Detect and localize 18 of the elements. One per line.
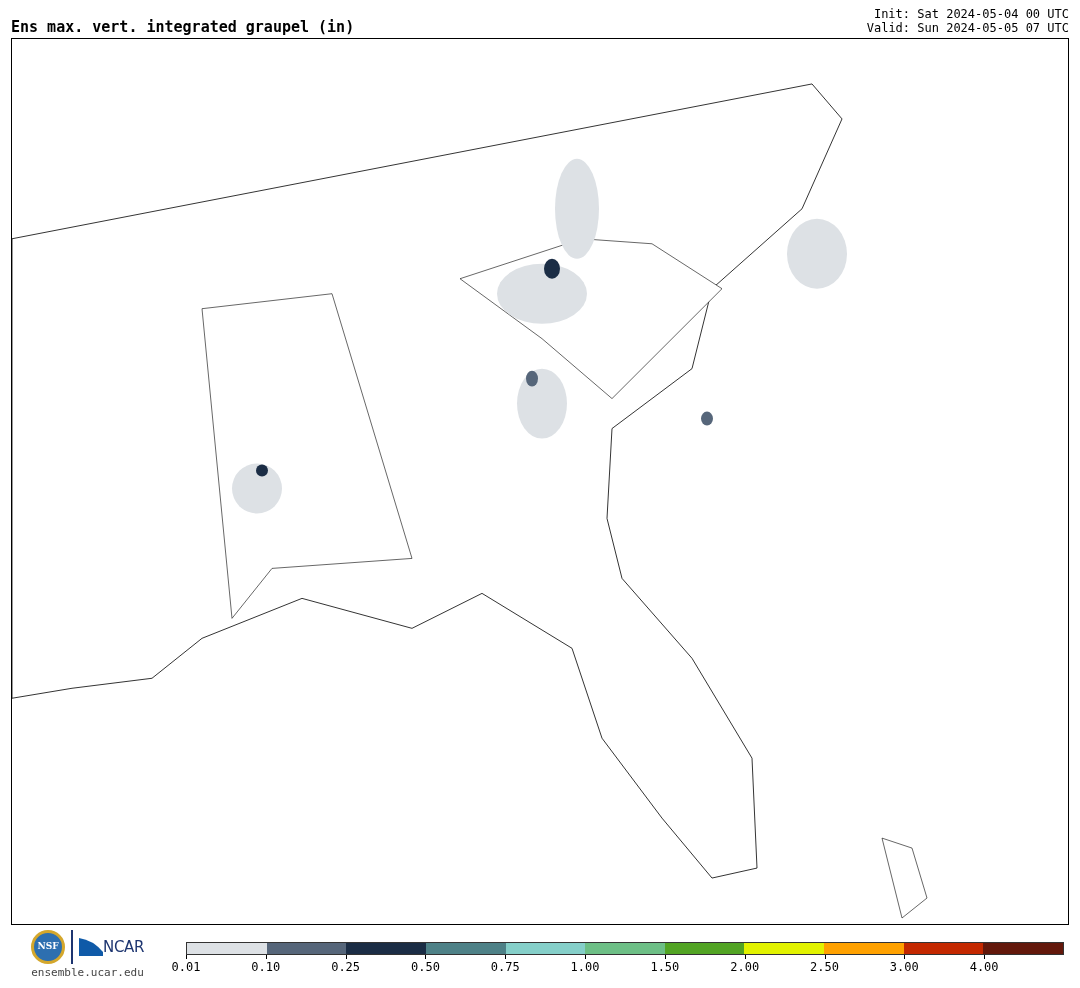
site-url: ensemble.ucar.edu [31,965,144,981]
colorbar-label: 0.10 [251,961,281,973]
colorbar-label: 0.01 [171,961,201,973]
valid-time: Valid: Sun 2024-05-05 07 UTC [866,21,1069,35]
chart-title: Ens max. vert. integrated graupel (in) [11,20,355,35]
colorbar-label: 3.00 [889,961,919,973]
init-time: Init: Sat 2024-05-04 00 UTC [873,7,1069,21]
nsf-logo: NSF [31,930,66,964]
colorbar-label: 0.25 [331,961,361,973]
colorbar-label: 1.00 [570,961,600,973]
colorbar-label: 0.50 [411,961,440,973]
ncar-swoosh-icon [79,938,104,956]
colorbar-label: 2.00 [730,961,760,973]
colorbar-label: 4.00 [969,961,999,973]
ncar-logo: NCAR [103,936,144,958]
colorbar-label: 1.50 [650,961,680,973]
colorbar-label: 2.50 [810,961,839,973]
colorbar-label: 0.75 [490,961,520,973]
